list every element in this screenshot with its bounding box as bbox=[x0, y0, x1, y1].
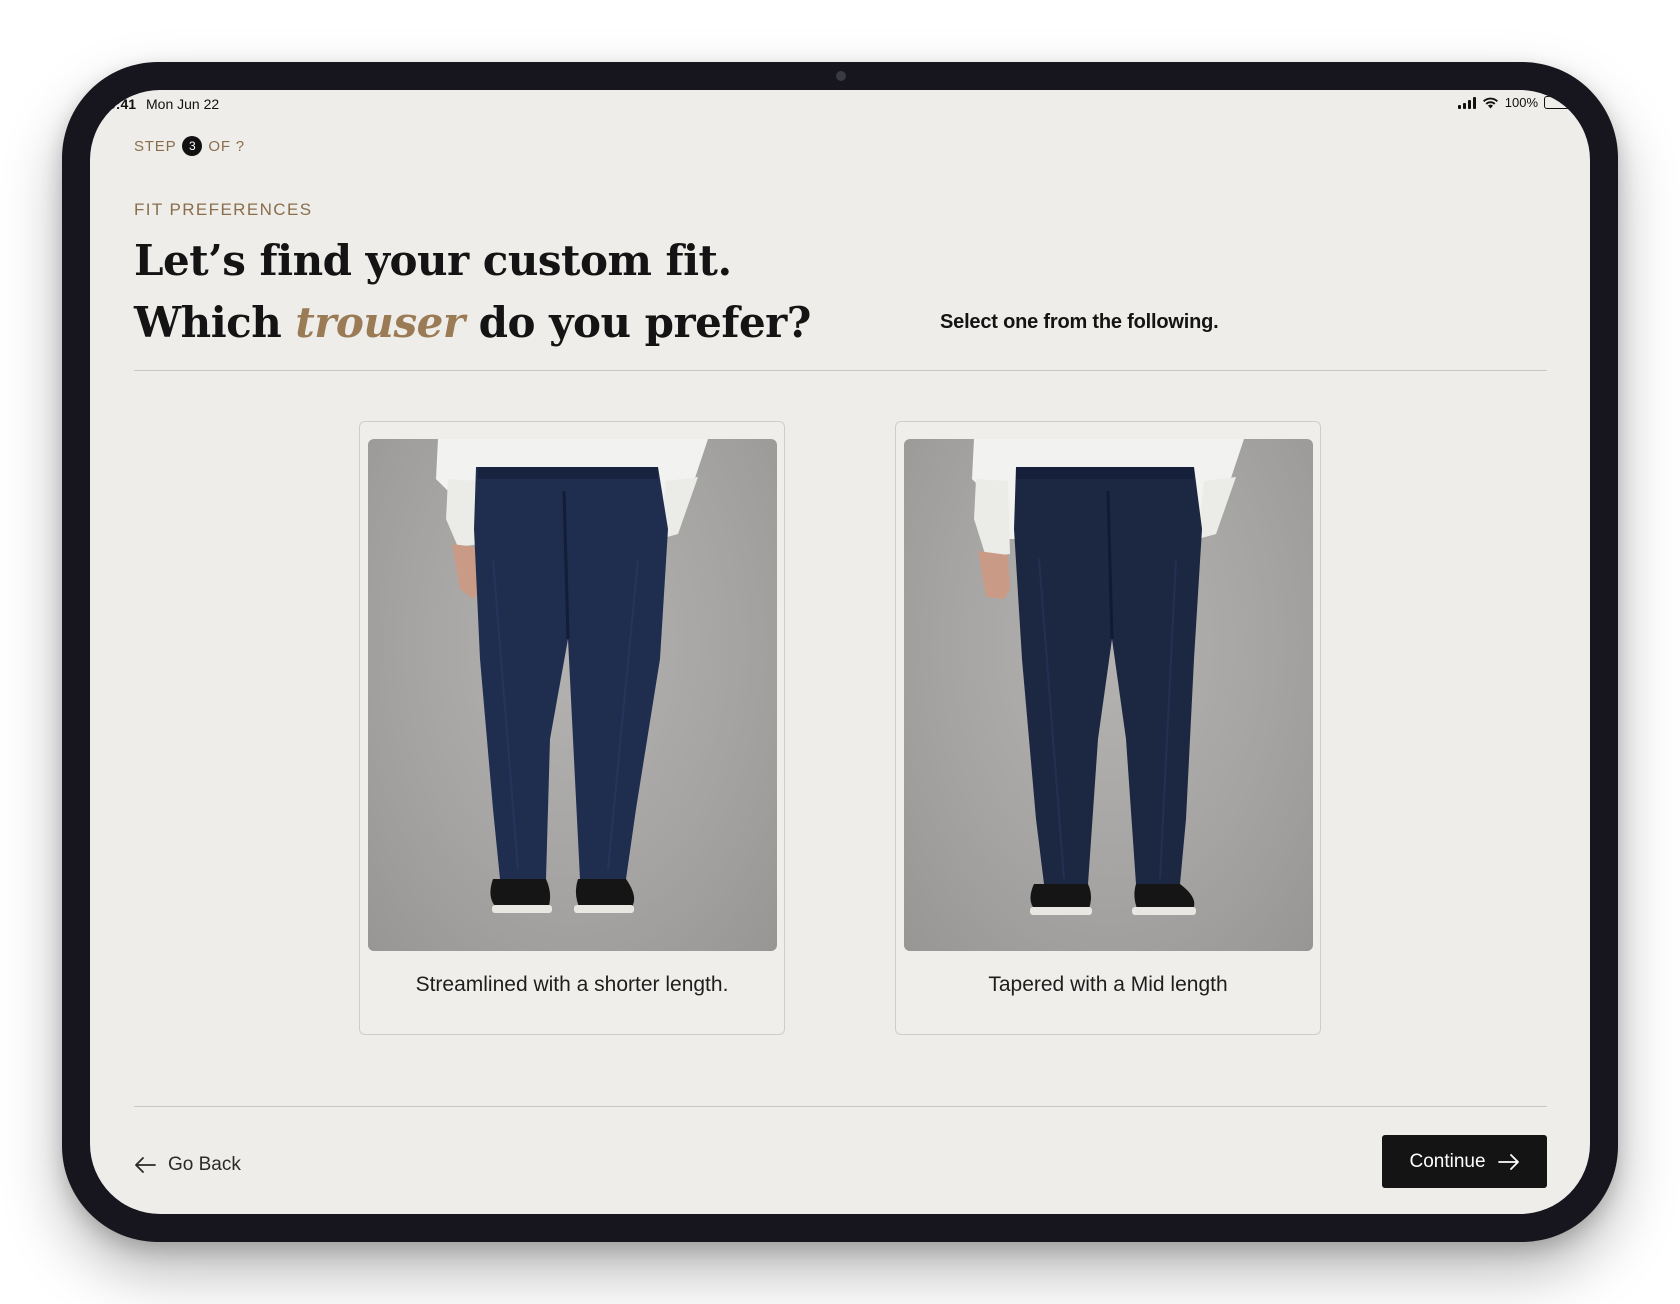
continue-button[interactable]: Continue bbox=[1382, 1135, 1547, 1188]
battery-percent: 100% bbox=[1504, 95, 1538, 110]
page-title: Let’s find your custom fit. Which trouse… bbox=[134, 230, 811, 354]
trouser-photo-streamlined bbox=[368, 439, 777, 951]
title-line-2-end: do you prefer? bbox=[464, 298, 812, 347]
go-back-label: Go Back bbox=[168, 1154, 241, 1175]
camera bbox=[836, 71, 846, 81]
step-current-badge: 3 bbox=[182, 136, 203, 156]
wifi-icon bbox=[1482, 97, 1498, 109]
option-label-streamlined: Streamlined with a shorter length. bbox=[415, 973, 729, 996]
title-accent-word: trouser bbox=[295, 298, 465, 347]
option-card-tapered[interactable]: Tapered with a Mid length bbox=[895, 421, 1321, 1035]
step-indicator: STEP 3 OF ? bbox=[134, 136, 245, 156]
option-label-tapered: Tapered with a Mid length bbox=[988, 973, 1228, 996]
status-indicators: 100% bbox=[1457, 95, 1575, 110]
status-bar: 9:41 Mon Jun 22 100% bbox=[90, 90, 1590, 120]
step-suffix: OF ? bbox=[208, 137, 245, 155]
section-eyebrow: FIT PREFERENCES bbox=[134, 200, 313, 219]
go-back-button[interactable]: Go Back bbox=[134, 1154, 241, 1176]
tablet-frame: 9:41 Mon Jun 22 100% STEP 3 OF ? FIT PRE… bbox=[62, 62, 1618, 1242]
option-card-streamlined[interactable]: Streamlined with a shorter length. bbox=[359, 421, 785, 1035]
status-date: Mon Jun 22 bbox=[146, 96, 220, 112]
step-prefix: STEP bbox=[134, 137, 177, 155]
footer-divider bbox=[134, 1106, 1547, 1107]
trouser-photo-tapered bbox=[904, 439, 1313, 951]
status-time: 9:41 bbox=[108, 96, 137, 112]
arrow-left-icon bbox=[135, 1157, 156, 1173]
screen: 9:41 Mon Jun 22 100% STEP 3 OF ? FIT PRE… bbox=[90, 90, 1590, 1214]
title-line-2-start: Which bbox=[134, 298, 296, 347]
selection-instruction: Select one from the following. bbox=[940, 311, 1219, 333]
continue-label: Continue bbox=[1409, 1150, 1486, 1172]
battery-icon bbox=[1544, 96, 1575, 109]
cellular-signal-icon bbox=[1457, 96, 1476, 109]
title-line-1: Let’s find your custom fit. bbox=[134, 236, 732, 285]
arrow-right-icon bbox=[1497, 1153, 1519, 1170]
header-divider bbox=[134, 370, 1547, 371]
